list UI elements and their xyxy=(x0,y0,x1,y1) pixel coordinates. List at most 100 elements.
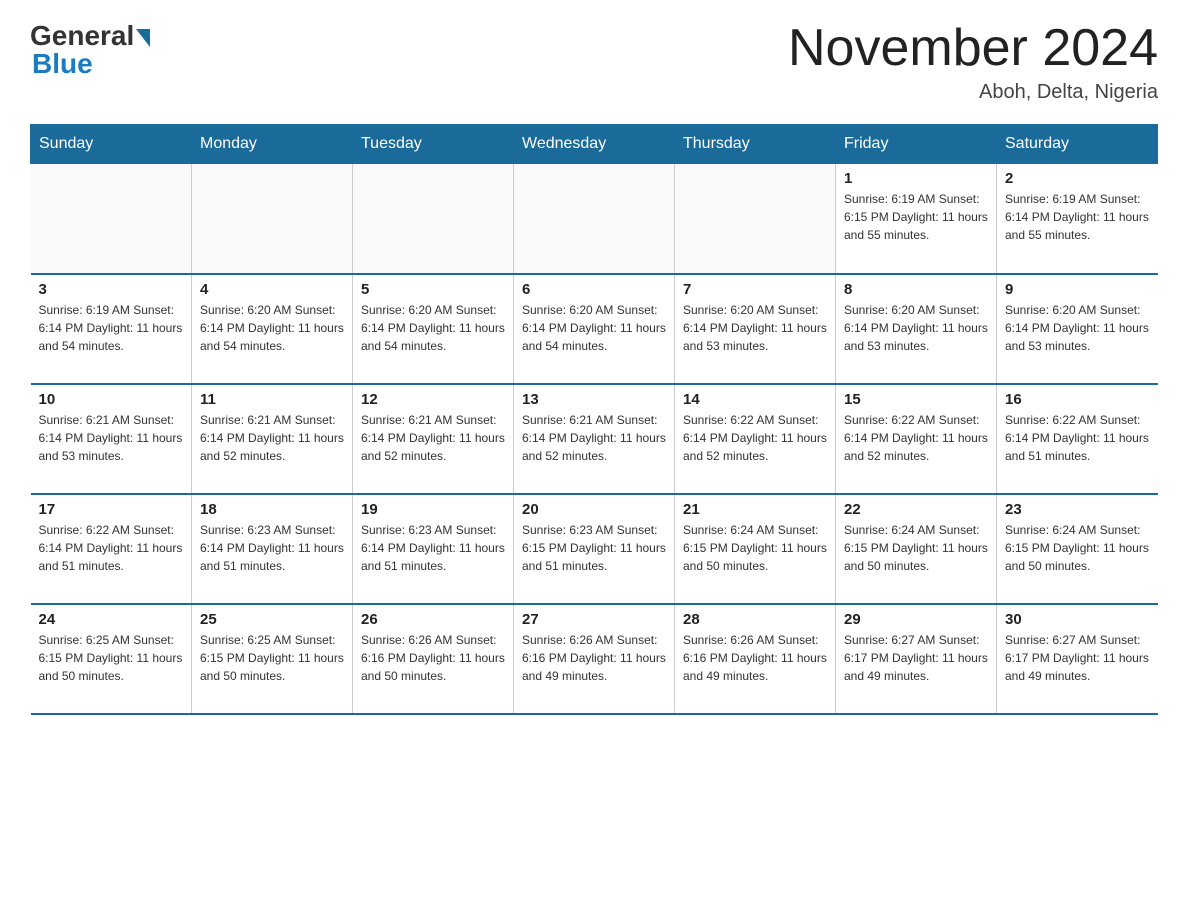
day-number: 3 xyxy=(39,281,184,298)
calendar-cell: 10 Sunrise: 6:21 AM Sunset: 6:14 PM Dayli… xyxy=(31,384,192,494)
calendar-cell: 24Sunrise: 6:25 AM Sunset: 6:15 PM Dayli… xyxy=(31,604,192,714)
day-info: Sunrise: 6:22 AM Sunset: 6:14 PM Dayligh… xyxy=(1005,411,1150,465)
calendar-table: SundayMondayTuesdayWednesdayThursdayFrid… xyxy=(30,124,1158,715)
calendar-cell: 14 Sunrise: 6:22 AM Sunset: 6:14 PM Dayli… xyxy=(675,384,836,494)
month-title: November 2024 xyxy=(788,20,1158,77)
day-info: Sunrise: 6:23 AM Sunset: 6:14 PM Dayligh… xyxy=(200,521,344,575)
day-number: 25 xyxy=(200,611,344,628)
day-number: 10 xyxy=(39,391,184,408)
day-number: 4 xyxy=(200,281,344,298)
day-number: 22 xyxy=(844,501,988,518)
day-of-week-wednesday: Wednesday xyxy=(514,125,675,164)
week-row-1: 1 Sunrise: 6:19 AM Sunset: 6:15 PM Daylig… xyxy=(31,164,1158,274)
title-area: November 2024 Aboh, Delta, Nigeria xyxy=(788,20,1158,104)
calendar-cell: 21 Sunrise: 6:24 AM Sunset: 6:15 PM Dayli… xyxy=(675,494,836,604)
day-number: 8 xyxy=(844,281,988,298)
calendar-cell xyxy=(192,164,353,274)
day-number: 17 xyxy=(39,501,184,518)
day-info: Sunrise: 6:21 AM Sunset: 6:14 PM Dayligh… xyxy=(200,411,344,465)
day-of-week-thursday: Thursday xyxy=(675,125,836,164)
days-of-week-row: SundayMondayTuesdayWednesdayThursdayFrid… xyxy=(31,125,1158,164)
calendar-cell: 20Sunrise: 6:23 AM Sunset: 6:15 PM Dayli… xyxy=(514,494,675,604)
calendar-cell: 17 Sunrise: 6:22 AM Sunset: 6:14 PM Dayli… xyxy=(31,494,192,604)
day-number: 30 xyxy=(1005,611,1150,628)
logo-arrow-icon xyxy=(136,29,150,47)
calendar-cell: 8 Sunrise: 6:20 AM Sunset: 6:14 PM Daylig… xyxy=(836,274,997,384)
calendar-cell: 12Sunrise: 6:21 AM Sunset: 6:14 PM Dayli… xyxy=(353,384,514,494)
calendar-header: SundayMondayTuesdayWednesdayThursdayFrid… xyxy=(31,125,1158,164)
day-number: 29 xyxy=(844,611,988,628)
day-info: Sunrise: 6:27 AM Sunset: 6:17 PM Dayligh… xyxy=(1005,631,1150,685)
day-info: Sunrise: 6:26 AM Sunset: 6:16 PM Dayligh… xyxy=(683,631,827,685)
day-info: Sunrise: 6:24 AM Sunset: 6:15 PM Dayligh… xyxy=(1005,521,1150,575)
day-number: 7 xyxy=(683,281,827,298)
day-number: 21 xyxy=(683,501,827,518)
day-of-week-saturday: Saturday xyxy=(997,125,1158,164)
day-info: Sunrise: 6:20 AM Sunset: 6:14 PM Dayligh… xyxy=(522,301,666,355)
day-of-week-tuesday: Tuesday xyxy=(353,125,514,164)
day-number: 1 xyxy=(844,170,988,187)
day-info: Sunrise: 6:25 AM Sunset: 6:15 PM Dayligh… xyxy=(39,631,184,685)
calendar-cell: 9 Sunrise: 6:20 AM Sunset: 6:14 PM Daylig… xyxy=(997,274,1158,384)
calendar-cell: 27 Sunrise: 6:26 AM Sunset: 6:16 PM Dayli… xyxy=(514,604,675,714)
day-number: 14 xyxy=(683,391,827,408)
day-number: 27 xyxy=(522,611,666,628)
day-of-week-friday: Friday xyxy=(836,125,997,164)
week-row-5: 24Sunrise: 6:25 AM Sunset: 6:15 PM Dayli… xyxy=(31,604,1158,714)
location-text: Aboh, Delta, Nigeria xyxy=(788,81,1158,104)
calendar-cell: 11 Sunrise: 6:21 AM Sunset: 6:14 PM Dayli… xyxy=(192,384,353,494)
day-info: Sunrise: 6:21 AM Sunset: 6:14 PM Dayligh… xyxy=(522,411,666,465)
week-row-3: 10 Sunrise: 6:21 AM Sunset: 6:14 PM Dayli… xyxy=(31,384,1158,494)
calendar-cell: 22Sunrise: 6:24 AM Sunset: 6:15 PM Dayli… xyxy=(836,494,997,604)
calendar-cell: 28 Sunrise: 6:26 AM Sunset: 6:16 PM Dayli… xyxy=(675,604,836,714)
calendar-cell: 26Sunrise: 6:26 AM Sunset: 6:16 PM Dayli… xyxy=(353,604,514,714)
day-info: Sunrise: 6:26 AM Sunset: 6:16 PM Dayligh… xyxy=(522,631,666,685)
day-info: Sunrise: 6:20 AM Sunset: 6:14 PM Dayligh… xyxy=(683,301,827,355)
day-info: Sunrise: 6:23 AM Sunset: 6:14 PM Dayligh… xyxy=(361,521,505,575)
day-info: Sunrise: 6:20 AM Sunset: 6:14 PM Dayligh… xyxy=(361,301,505,355)
calendar-cell: 3 Sunrise: 6:19 AM Sunset: 6:14 PM Daylig… xyxy=(31,274,192,384)
day-number: 19 xyxy=(361,501,505,518)
day-number: 11 xyxy=(200,391,344,408)
day-info: Sunrise: 6:22 AM Sunset: 6:14 PM Dayligh… xyxy=(39,521,184,575)
day-number: 23 xyxy=(1005,501,1150,518)
day-of-week-sunday: Sunday xyxy=(31,125,192,164)
day-info: Sunrise: 6:24 AM Sunset: 6:15 PM Dayligh… xyxy=(683,521,827,575)
day-number: 9 xyxy=(1005,281,1150,298)
calendar-cell xyxy=(31,164,192,274)
logo: General Blue xyxy=(30,20,150,80)
day-info: Sunrise: 6:19 AM Sunset: 6:14 PM Dayligh… xyxy=(39,301,184,355)
calendar-cell: 13 Sunrise: 6:21 AM Sunset: 6:14 PM Dayli… xyxy=(514,384,675,494)
calendar-cell: 29Sunrise: 6:27 AM Sunset: 6:17 PM Dayli… xyxy=(836,604,997,714)
day-of-week-monday: Monday xyxy=(192,125,353,164)
day-info: Sunrise: 6:21 AM Sunset: 6:14 PM Dayligh… xyxy=(361,411,505,465)
day-number: 26 xyxy=(361,611,505,628)
day-number: 16 xyxy=(1005,391,1150,408)
calendar-cell: 4Sunrise: 6:20 AM Sunset: 6:14 PM Daylig… xyxy=(192,274,353,384)
calendar-cell xyxy=(514,164,675,274)
calendar-cell: 15Sunrise: 6:22 AM Sunset: 6:14 PM Dayli… xyxy=(836,384,997,494)
day-info: Sunrise: 6:20 AM Sunset: 6:14 PM Dayligh… xyxy=(1005,301,1150,355)
calendar-cell: 19 Sunrise: 6:23 AM Sunset: 6:14 PM Dayli… xyxy=(353,494,514,604)
day-info: Sunrise: 6:19 AM Sunset: 6:15 PM Dayligh… xyxy=(844,190,988,244)
calendar-cell: 6 Sunrise: 6:20 AM Sunset: 6:14 PM Daylig… xyxy=(514,274,675,384)
calendar-cell: 2Sunrise: 6:19 AM Sunset: 6:14 PM Daylig… xyxy=(997,164,1158,274)
day-info: Sunrise: 6:25 AM Sunset: 6:15 PM Dayligh… xyxy=(200,631,344,685)
day-number: 13 xyxy=(522,391,666,408)
calendar-cell: 16 Sunrise: 6:22 AM Sunset: 6:14 PM Dayli… xyxy=(997,384,1158,494)
day-number: 6 xyxy=(522,281,666,298)
day-info: Sunrise: 6:22 AM Sunset: 6:14 PM Dayligh… xyxy=(844,411,988,465)
week-row-4: 17 Sunrise: 6:22 AM Sunset: 6:14 PM Dayli… xyxy=(31,494,1158,604)
day-info: Sunrise: 6:21 AM Sunset: 6:14 PM Dayligh… xyxy=(39,411,184,465)
day-number: 28 xyxy=(683,611,827,628)
page-header: General Blue November 2024 Aboh, Delta, … xyxy=(30,20,1158,104)
day-number: 20 xyxy=(522,501,666,518)
calendar-cell xyxy=(353,164,514,274)
day-info: Sunrise: 6:19 AM Sunset: 6:14 PM Dayligh… xyxy=(1005,190,1150,244)
day-info: Sunrise: 6:20 AM Sunset: 6:14 PM Dayligh… xyxy=(844,301,988,355)
calendar-cell: 30 Sunrise: 6:27 AM Sunset: 6:17 PM Dayli… xyxy=(997,604,1158,714)
day-info: Sunrise: 6:22 AM Sunset: 6:14 PM Dayligh… xyxy=(683,411,827,465)
calendar-cell: 18Sunrise: 6:23 AM Sunset: 6:14 PM Dayli… xyxy=(192,494,353,604)
calendar-cell: 1 Sunrise: 6:19 AM Sunset: 6:15 PM Daylig… xyxy=(836,164,997,274)
logo-blue-text: Blue xyxy=(32,48,93,80)
